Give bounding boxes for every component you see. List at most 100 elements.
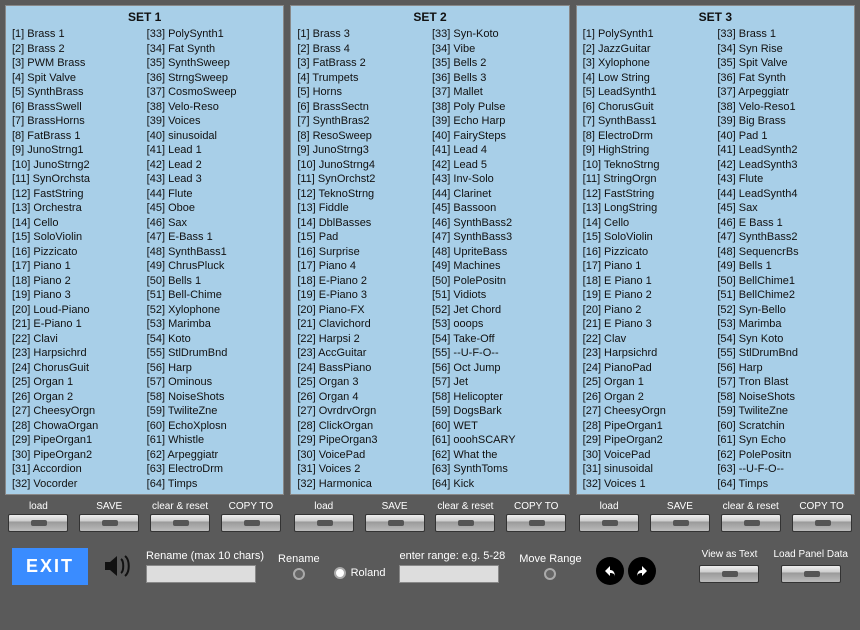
patch-item[interactable]: [6] BrassSectn	[297, 100, 428, 115]
patch-item[interactable]: [23] Harpsichrd	[12, 346, 143, 361]
copy-to-button[interactable]	[792, 514, 852, 532]
patch-item[interactable]: [8] ElectroDrm	[583, 129, 714, 144]
patch-item[interactable]: [60] Scratchin	[717, 419, 848, 434]
patch-item[interactable]: [38] Poly Pulse	[432, 100, 563, 115]
patch-item[interactable]: [40] Pad 1	[717, 129, 848, 144]
patch-item[interactable]: [53] ooops	[432, 317, 563, 332]
patch-item[interactable]: [35] Spit Valve	[717, 56, 848, 71]
patch-item[interactable]: [19] E Piano 2	[583, 288, 714, 303]
patch-item[interactable]: [51] BellChime2	[717, 288, 848, 303]
patch-item[interactable]: [40] sinusoidal	[147, 129, 278, 144]
patch-item[interactable]: [58] Helicopter	[432, 390, 563, 405]
patch-item[interactable]: [4] Spit Valve	[12, 71, 143, 86]
patch-item[interactable]: [25] Organ 1	[12, 375, 143, 390]
patch-item[interactable]: [35] SynthSweep	[147, 56, 278, 71]
clear-reset-button[interactable]	[435, 514, 495, 532]
patch-item[interactable]: [41] LeadSynth2	[717, 143, 848, 158]
patch-item[interactable]: [14] Cello	[12, 216, 143, 231]
patch-item[interactable]: [8] FatBrass 1	[12, 129, 143, 144]
patch-item[interactable]: [48] UpriteBass	[432, 245, 563, 260]
rename-button[interactable]	[293, 568, 305, 580]
patch-item[interactable]: [51] Vidiots	[432, 288, 563, 303]
patch-item[interactable]: [18] Piano 2	[12, 274, 143, 289]
patch-item[interactable]: [50] PolePositn	[432, 274, 563, 289]
patch-item[interactable]: [43] Inv-Solo	[432, 172, 563, 187]
patch-item[interactable]: [28] ClickOrgan	[297, 419, 428, 434]
patch-item[interactable]: [57] Ominous	[147, 375, 278, 390]
patch-item[interactable]: [22] Clav	[583, 332, 714, 347]
patch-item[interactable]: [59] TwiliteZne	[717, 404, 848, 419]
patch-item[interactable]: [18] E Piano 1	[583, 274, 714, 289]
patch-item[interactable]: [53] Marimba	[147, 317, 278, 332]
load-button[interactable]	[294, 514, 354, 532]
patch-item[interactable]: [11] SynOrchsta	[12, 172, 143, 187]
clear-reset-button[interactable]	[721, 514, 781, 532]
patch-item[interactable]: [25] Organ 3	[297, 375, 428, 390]
patch-item[interactable]: [12] TeknoStrng	[297, 187, 428, 202]
patch-item[interactable]: [22] Harpsi 2	[297, 332, 428, 347]
patch-item[interactable]: [11] SynOrchst2	[297, 172, 428, 187]
load-panel-data-button[interactable]	[781, 565, 841, 583]
patch-item[interactable]: [46] E Bass 1	[717, 216, 848, 231]
patch-item[interactable]: [6] ChorusGuit	[583, 100, 714, 115]
patch-item[interactable]: [45] Sax	[717, 201, 848, 216]
patch-item[interactable]: [57] Tron Blast	[717, 375, 848, 390]
patch-item[interactable]: [20] Loud-Piano	[12, 303, 143, 318]
undo-button[interactable]	[596, 557, 624, 585]
patch-item[interactable]: [42] Lead 5	[432, 158, 563, 173]
patch-item[interactable]: [1] Brass 1	[12, 27, 143, 42]
patch-item[interactable]: [13] LongString	[583, 201, 714, 216]
redo-button[interactable]	[628, 557, 656, 585]
patch-item[interactable]: [16] Pizzicato	[583, 245, 714, 260]
patch-item[interactable]: [41] Lead 4	[432, 143, 563, 158]
roland-radio[interactable]	[334, 567, 346, 579]
patch-item[interactable]: [64] Kick	[432, 477, 563, 492]
patch-item[interactable]: [15] SoloViolin	[12, 230, 143, 245]
patch-item[interactable]: [30] VoicePad	[297, 448, 428, 463]
patch-item[interactable]: [46] SynthBass2	[432, 216, 563, 231]
patch-item[interactable]: [54] Koto	[147, 332, 278, 347]
patch-item[interactable]: [32] Vocorder	[12, 477, 143, 492]
patch-item[interactable]: [37] Mallet	[432, 85, 563, 100]
patch-item[interactable]: [39] Voices	[147, 114, 278, 129]
patch-item[interactable]: [45] Bassoon	[432, 201, 563, 216]
patch-item[interactable]: [10] JunoStrng4	[297, 158, 428, 173]
patch-item[interactable]: [62] What the	[432, 448, 563, 463]
patch-item[interactable]: [27] CheesyOrgn	[12, 404, 143, 419]
patch-item[interactable]: [26] Organ 4	[297, 390, 428, 405]
patch-item[interactable]: [12] FastString	[12, 187, 143, 202]
move-range-button[interactable]	[544, 568, 556, 580]
save-button[interactable]	[650, 514, 710, 532]
patch-item[interactable]: [61] Whistle	[147, 433, 278, 448]
patch-item[interactable]: [43] Lead 3	[147, 172, 278, 187]
speaker-icon[interactable]	[102, 553, 132, 579]
patch-item[interactable]: [64] Timps	[717, 477, 848, 492]
patch-item[interactable]: [2] JazzGuitar	[583, 42, 714, 57]
patch-item[interactable]: [48] SequencrBs	[717, 245, 848, 260]
patch-item[interactable]: [29] PipeOrgan1	[12, 433, 143, 448]
patch-item[interactable]: [38] Velo-Reso1	[717, 100, 848, 115]
patch-item[interactable]: [4] Trumpets	[297, 71, 428, 86]
patch-item[interactable]: [34] Vibe	[432, 42, 563, 57]
patch-item[interactable]: [63] --U-F-O--	[717, 462, 848, 477]
patch-item[interactable]: [42] LeadSynth3	[717, 158, 848, 173]
patch-item[interactable]: [33] PolySynth1	[147, 27, 278, 42]
patch-item[interactable]: [7] SynthBras2	[297, 114, 428, 129]
patch-item[interactable]: [15] SoloViolin	[583, 230, 714, 245]
patch-item[interactable]: [52] Jet Chord	[432, 303, 563, 318]
patch-item[interactable]: [54] Take-Off	[432, 332, 563, 347]
patch-item[interactable]: [13] Orchestra	[12, 201, 143, 216]
load-button[interactable]	[579, 514, 639, 532]
patch-item[interactable]: [19] E-Piano 3	[297, 288, 428, 303]
patch-item[interactable]: [34] Syn Rise	[717, 42, 848, 57]
patch-item[interactable]: [49] Machines	[432, 259, 563, 274]
patch-item[interactable]: [33] Brass 1	[717, 27, 848, 42]
patch-item[interactable]: [28] PipeOrgan1	[583, 419, 714, 434]
patch-item[interactable]: [21] Clavichord	[297, 317, 428, 332]
patch-item[interactable]: [10] TeknoStrng	[583, 158, 714, 173]
patch-item[interactable]: [24] PianoPad	[583, 361, 714, 376]
patch-item[interactable]: [8] ResoSweep	[297, 129, 428, 144]
patch-item[interactable]: [3] FatBrass 2	[297, 56, 428, 71]
view-as-text-button[interactable]	[699, 565, 759, 583]
patch-item[interactable]: [58] NoiseShots	[147, 390, 278, 405]
